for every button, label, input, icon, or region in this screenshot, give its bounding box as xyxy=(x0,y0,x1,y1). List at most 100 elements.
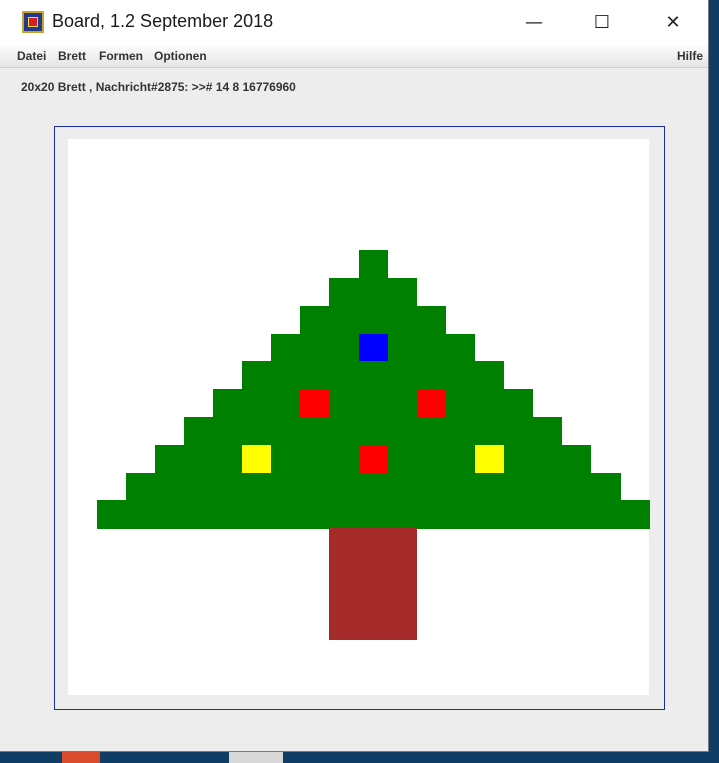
tree-cell xyxy=(358,361,389,390)
tree-cell xyxy=(329,417,360,446)
ornament-cell-red xyxy=(358,444,389,474)
tree-cell xyxy=(590,472,621,501)
tree-cell xyxy=(532,472,563,501)
tree-cell xyxy=(387,361,418,390)
trunk-cell xyxy=(329,611,360,640)
tree-cell xyxy=(590,500,621,529)
tree-cell xyxy=(387,500,418,529)
tree-cell xyxy=(619,500,650,529)
tree-cell xyxy=(329,500,360,529)
tree-cell xyxy=(387,389,418,418)
tree-cell xyxy=(503,472,534,501)
tree-cell xyxy=(503,500,534,529)
tree-cell xyxy=(242,417,272,446)
tree-cell xyxy=(416,500,447,529)
minimize-button[interactable]: — xyxy=(511,0,557,45)
tree-cell xyxy=(387,278,418,307)
tree-cell xyxy=(184,472,214,501)
tree-cell xyxy=(561,500,592,529)
tree-cell xyxy=(387,444,418,474)
trunk-cell xyxy=(387,528,418,557)
tree-cell xyxy=(532,417,563,446)
tree-cell xyxy=(155,500,185,529)
tree-cell xyxy=(474,389,505,418)
tree-cell xyxy=(271,389,301,418)
tree-cell xyxy=(213,417,243,446)
tree-cell xyxy=(126,472,156,501)
tree-cell xyxy=(300,472,331,501)
tree-cell xyxy=(329,472,360,501)
menu-hilfe[interactable]: Hilfe xyxy=(677,49,703,63)
trunk-cell xyxy=(358,528,389,557)
tree-cell xyxy=(329,278,360,307)
tree-cell xyxy=(358,417,389,446)
menu-datei[interactable]: Datei xyxy=(17,49,46,63)
tree-cell xyxy=(184,444,214,474)
tree-cell xyxy=(416,444,447,474)
tree-cell xyxy=(242,361,272,390)
tree-cell xyxy=(358,250,389,279)
tree-cell xyxy=(387,333,418,362)
tree-cell xyxy=(358,500,389,529)
tree-cell xyxy=(184,500,214,529)
trunk-cell xyxy=(387,556,418,585)
tree-cell xyxy=(300,305,331,335)
trunk-cell xyxy=(387,583,418,613)
tree-cell xyxy=(387,417,418,446)
tree-cell xyxy=(329,333,360,362)
tree-cell xyxy=(213,444,243,474)
close-button[interactable]: ✕ xyxy=(650,0,696,45)
tree-cell xyxy=(184,417,214,446)
tree-cell xyxy=(271,361,301,390)
menu-brett[interactable]: Brett xyxy=(58,49,86,63)
tree-cell xyxy=(329,361,360,390)
tree-cell xyxy=(416,305,447,335)
tree-cell xyxy=(271,333,301,362)
tree-cell xyxy=(271,472,301,501)
tree-cell xyxy=(416,361,447,390)
tree-cell xyxy=(561,472,592,501)
title-bar[interactable]: Board, 1.2 September 2018 — ☐ ✕ xyxy=(0,0,708,45)
tree-cell xyxy=(532,500,563,529)
board-app-icon[interactable] xyxy=(22,11,44,33)
taskbar-app-icon[interactable] xyxy=(229,752,283,763)
tree-cell xyxy=(358,278,389,307)
tree-cell xyxy=(358,305,389,335)
tree-cell xyxy=(329,389,360,418)
tree-cell xyxy=(242,472,272,501)
tree-cell xyxy=(445,361,476,390)
tree-cell xyxy=(271,500,301,529)
tree-cell xyxy=(242,500,272,529)
tree-cell xyxy=(387,472,418,501)
trunk-cell xyxy=(329,556,360,585)
trunk-cell xyxy=(358,556,389,585)
tree-cell xyxy=(358,389,389,418)
maximize-button[interactable]: ☐ xyxy=(579,0,625,45)
tree-cell xyxy=(416,472,447,501)
tree-cell xyxy=(300,500,331,529)
trunk-cell xyxy=(358,611,389,640)
taskbar-app-icon[interactable] xyxy=(62,752,100,763)
tree-cell xyxy=(271,417,301,446)
tree-cell xyxy=(445,472,476,501)
tree-cell xyxy=(387,305,418,335)
trunk-cell xyxy=(387,611,418,640)
tree-cell xyxy=(300,361,331,390)
tree-cell xyxy=(329,444,360,474)
board-canvas[interactable] xyxy=(68,139,650,695)
ornament-cell-red xyxy=(300,389,331,418)
tree-cell xyxy=(503,417,534,446)
tree-cell xyxy=(445,417,476,446)
tree-cell xyxy=(561,444,592,474)
board-window: Board, 1.2 September 2018 — ☐ ✕ Datei Br… xyxy=(0,0,709,752)
tree-cell xyxy=(474,472,505,501)
tree-cell xyxy=(271,444,301,474)
tree-cell xyxy=(445,444,476,474)
ornament-cell-blue xyxy=(358,333,389,362)
menu-optionen[interactable]: Optionen xyxy=(154,49,207,63)
tree-cell xyxy=(155,472,185,501)
trunk-cell xyxy=(358,583,389,613)
menu-bar: Datei Brett Formen Optionen Hilfe xyxy=(0,45,708,68)
trunk-cell xyxy=(329,528,360,557)
menu-formen[interactable]: Formen xyxy=(99,49,143,63)
